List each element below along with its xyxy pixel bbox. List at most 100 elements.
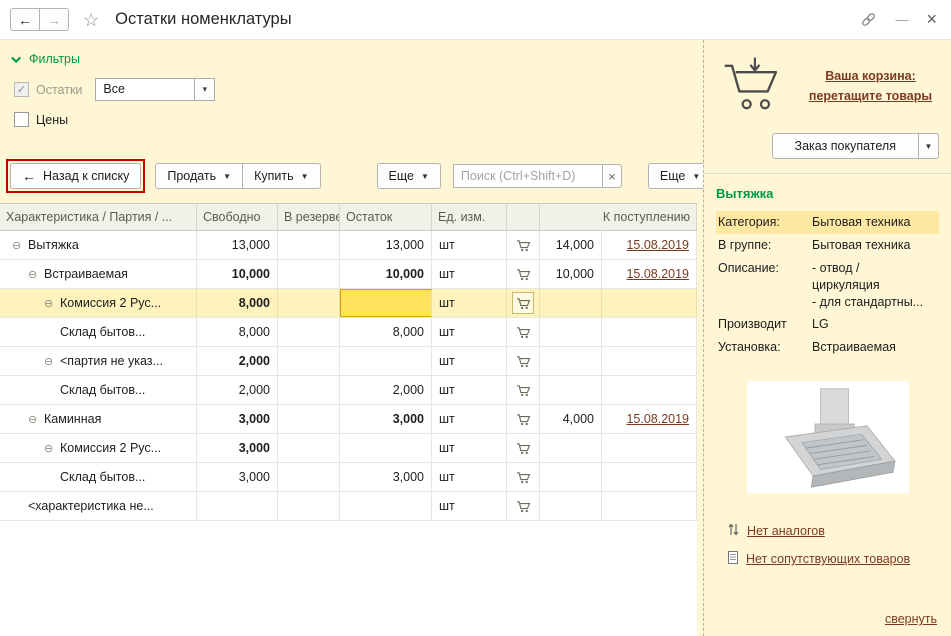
clear-search-icon[interactable]: × bbox=[601, 164, 622, 188]
cell-incoming-date[interactable] bbox=[602, 289, 697, 317]
cell-free[interactable]: 2,000 bbox=[197, 376, 278, 404]
cell-reserve[interactable] bbox=[278, 463, 340, 491]
column-header-free[interactable]: Свободно bbox=[197, 204, 278, 230]
cell-incoming-qty[interactable] bbox=[540, 289, 602, 317]
cell-cart[interactable] bbox=[507, 260, 540, 288]
cell-incoming-qty[interactable]: 4,000 bbox=[540, 405, 602, 433]
cell-incoming-date[interactable] bbox=[602, 318, 697, 346]
table-row[interactable]: Склад бытов... 2,000 2,000 шт bbox=[0, 376, 697, 405]
favorite-star-icon[interactable]: ☆ bbox=[83, 11, 99, 29]
cell-rest[interactable] bbox=[340, 434, 432, 462]
table-row[interactable]: <характеристика не... шт bbox=[0, 492, 697, 521]
cell-name[interactable]: Каминная bbox=[0, 405, 197, 433]
cell-reserve[interactable] bbox=[278, 260, 340, 288]
more-button[interactable]: Еще ▼ bbox=[376, 163, 441, 189]
cell-incoming-qty[interactable]: 10,000 bbox=[540, 260, 602, 288]
cart-icon[interactable] bbox=[516, 413, 531, 426]
forward-nav-button[interactable]: → bbox=[39, 8, 69, 31]
cell-rest[interactable]: 2,000 bbox=[340, 376, 432, 404]
cell-incoming-qty[interactable] bbox=[540, 347, 602, 375]
cell-name[interactable]: Вытяжка bbox=[0, 231, 197, 259]
cell-unit[interactable]: шт bbox=[432, 289, 507, 317]
cell-rest-selected[interactable] bbox=[340, 289, 432, 317]
cell-name[interactable]: Склад бытов... bbox=[0, 318, 197, 346]
cell-reserve[interactable] bbox=[278, 347, 340, 375]
cell-name[interactable]: Встраиваемая bbox=[0, 260, 197, 288]
cell-cart[interactable] bbox=[507, 318, 540, 346]
column-header-name[interactable]: Характеристика / Партия / ... bbox=[0, 204, 197, 230]
cell-reserve[interactable] bbox=[278, 376, 340, 404]
cell-unit[interactable]: шт bbox=[432, 376, 507, 404]
analogs-link[interactable]: Нет аналогов bbox=[728, 523, 939, 539]
filters-toggle[interactable]: Фильтры bbox=[11, 52, 703, 66]
table-row[interactable]: Склад бытов... 8,000 8,000 шт bbox=[0, 318, 697, 347]
cell-free[interactable]: 10,000 bbox=[197, 260, 278, 288]
cell-name[interactable]: Склад бытов... bbox=[0, 376, 197, 404]
cart-icon[interactable] bbox=[516, 500, 531, 513]
cell-incoming-date[interactable] bbox=[602, 463, 697, 491]
stock-checkbox[interactable]: ✓ bbox=[14, 82, 29, 97]
cell-rest[interactable]: 10,000 bbox=[340, 260, 432, 288]
cell-rest[interactable]: 13,000 bbox=[340, 231, 432, 259]
collapse-icon[interactable] bbox=[44, 354, 60, 368]
stock-filter-select[interactable]: Все ▾ bbox=[95, 78, 216, 101]
cell-free[interactable]: 2,000 bbox=[197, 347, 278, 375]
cell-unit[interactable]: шт bbox=[432, 260, 507, 288]
chevron-down-icon[interactable]: ▾ bbox=[194, 79, 215, 100]
cell-free[interactable]: 8,000 bbox=[197, 289, 278, 317]
cell-incoming-date[interactable]: 15.08.2019 bbox=[602, 231, 697, 259]
collapse-icon[interactable] bbox=[28, 267, 44, 281]
table-row[interactable]: Вытяжка 13,000 13,000 шт 14,000 15.08.20… bbox=[0, 231, 697, 260]
cell-rest[interactable]: 3,000 bbox=[340, 463, 432, 491]
cell-free[interactable] bbox=[197, 492, 278, 520]
cell-unit[interactable]: шт bbox=[432, 347, 507, 375]
table-row[interactable]: <партия не указ... 2,000 шт bbox=[0, 347, 697, 376]
cell-incoming-date[interactable]: 15.08.2019 bbox=[602, 260, 697, 288]
cell-free[interactable]: 3,000 bbox=[197, 405, 278, 433]
collapse-icon[interactable] bbox=[12, 238, 28, 252]
cart-link[interactable]: Ваша корзина: перетащите товары bbox=[800, 67, 941, 106]
price-checkbox[interactable] bbox=[14, 112, 29, 127]
cell-free[interactable]: 3,000 bbox=[197, 463, 278, 491]
cell-unit[interactable]: шт bbox=[432, 231, 507, 259]
cell-incoming-date[interactable]: 15.08.2019 bbox=[602, 405, 697, 433]
cart-icon[interactable] bbox=[516, 268, 531, 281]
cell-incoming-qty[interactable] bbox=[540, 318, 602, 346]
column-header-reserve[interactable]: В резерве bbox=[278, 204, 340, 230]
cell-reserve[interactable] bbox=[278, 405, 340, 433]
cell-name[interactable]: <характеристика не... bbox=[0, 492, 197, 520]
link-icon[interactable] bbox=[860, 11, 877, 28]
cell-cart[interactable] bbox=[507, 289, 540, 317]
table-row[interactable]: Каминная 3,000 3,000 шт 4,000 15.08.2019 bbox=[0, 405, 697, 434]
cart-icon[interactable] bbox=[516, 239, 531, 252]
cart-icon[interactable] bbox=[516, 355, 531, 368]
chevron-down-icon[interactable]: ▼ bbox=[919, 133, 939, 159]
cell-reserve[interactable] bbox=[278, 492, 340, 520]
cart-icon[interactable] bbox=[516, 384, 531, 397]
buy-button[interactable]: Купить ▼ bbox=[242, 163, 321, 189]
cell-unit[interactable]: шт bbox=[432, 463, 507, 491]
cart-icon[interactable] bbox=[512, 292, 534, 314]
cell-incoming-date[interactable] bbox=[602, 347, 697, 375]
cell-free[interactable]: 3,000 bbox=[197, 434, 278, 462]
cell-cart[interactable] bbox=[507, 405, 540, 433]
cell-rest[interactable]: 8,000 bbox=[340, 318, 432, 346]
cell-name[interactable]: Комиссия 2 Рус... bbox=[0, 434, 197, 462]
cell-reserve[interactable] bbox=[278, 434, 340, 462]
cell-unit[interactable]: шт bbox=[432, 405, 507, 433]
cell-cart[interactable] bbox=[507, 347, 540, 375]
cell-reserve[interactable] bbox=[278, 289, 340, 317]
cell-unit[interactable]: шт bbox=[432, 492, 507, 520]
table-row[interactable]: Комиссия 2 Рус... 3,000 шт bbox=[0, 434, 697, 463]
cell-rest[interactable] bbox=[340, 347, 432, 375]
cell-incoming-qty[interactable] bbox=[540, 434, 602, 462]
cart-icon[interactable] bbox=[516, 442, 531, 455]
table-row[interactable]: Склад бытов... 3,000 3,000 шт bbox=[0, 463, 697, 492]
cell-cart[interactable] bbox=[507, 463, 540, 491]
back-nav-button[interactable]: ← bbox=[10, 8, 40, 31]
cell-unit[interactable]: шт bbox=[432, 318, 507, 346]
table-row-selected[interactable]: Комиссия 2 Рус... 8,000 шт bbox=[0, 289, 697, 318]
close-icon[interactable]: × bbox=[926, 9, 937, 30]
cell-incoming-date[interactable] bbox=[602, 376, 697, 404]
cell-incoming-qty[interactable] bbox=[540, 463, 602, 491]
